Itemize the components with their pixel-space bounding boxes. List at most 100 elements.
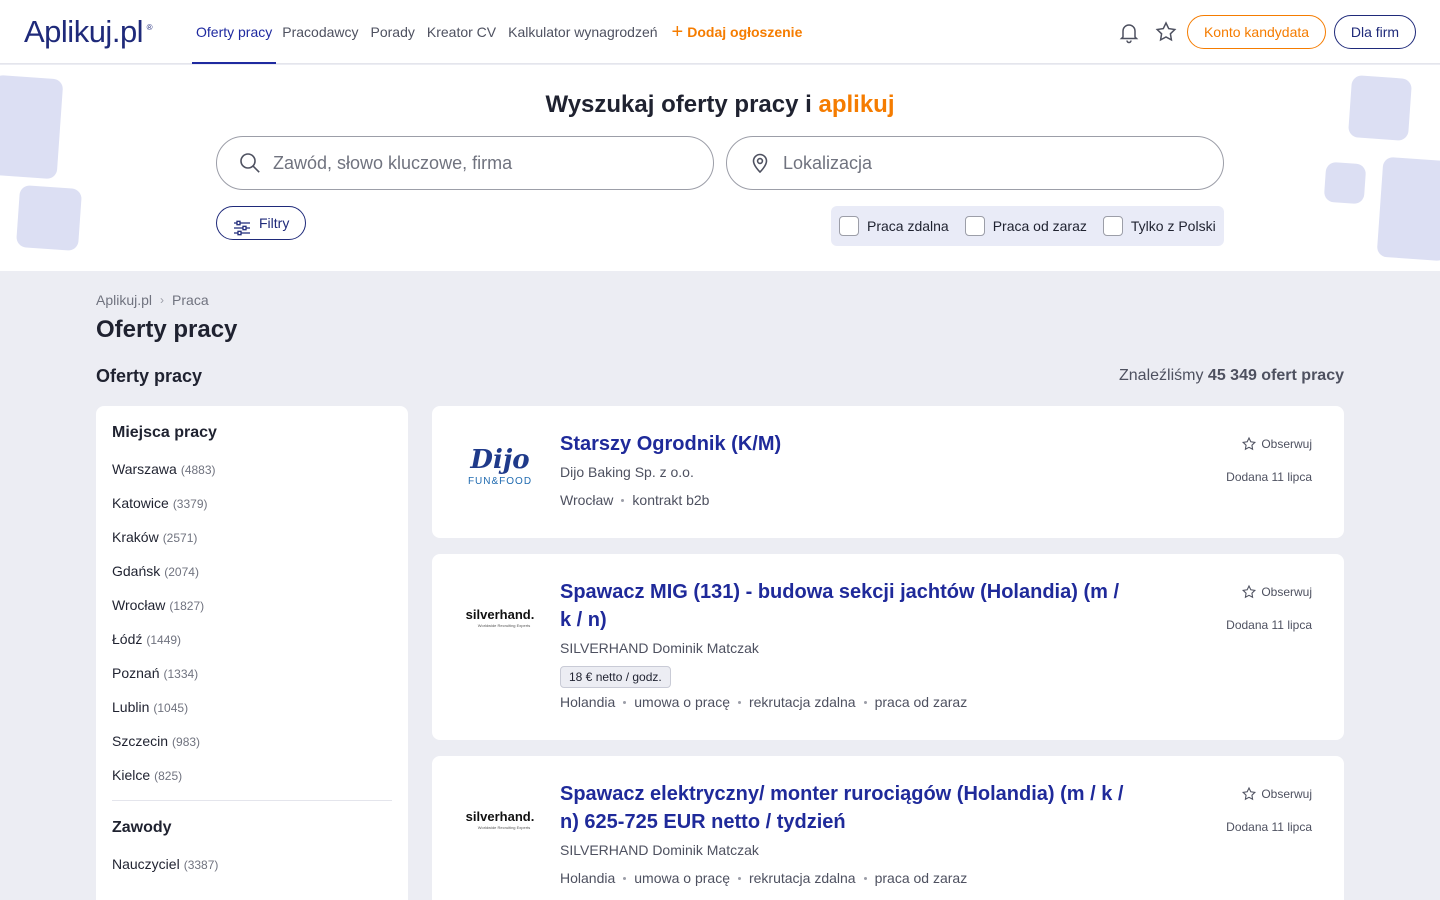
job-title[interactable]: Spawacz elektryczny/ monter rurociągów (… — [560, 780, 1130, 836]
remote-work-checkbox[interactable]: Praca zdalna — [839, 216, 949, 236]
svg-text:silverhand.: silverhand. — [466, 607, 535, 622]
star-outline-icon — [1242, 786, 1257, 801]
location-count: (2571) — [162, 531, 198, 545]
bell-icon[interactable] — [1117, 20, 1141, 44]
search-title-accent: aplikuj — [818, 91, 895, 118]
nav-porady[interactable]: Porady — [365, 0, 421, 64]
plus-icon: + — [671, 21, 684, 43]
results-number: 45 349 ofert pracy — [1207, 367, 1344, 384]
location-name: Kraków — [112, 529, 159, 545]
job-title[interactable]: Spawacz MIG (131) - budowa sekcji jachtó… — [560, 578, 1130, 634]
location-item[interactable]: Łódź (1449) — [112, 622, 392, 656]
candidate-account-button[interactable]: Konto kandydata — [1187, 15, 1326, 49]
checkbox-box[interactable] — [964, 216, 985, 236]
location-item[interactable]: Lublin (1045) — [112, 690, 392, 724]
svg-text:Dijo: Dijo — [469, 445, 529, 475]
for-companies-button[interactable]: Dla firm — [1334, 15, 1416, 49]
filters-button[interactable]: Filtry — [216, 206, 306, 240]
job-title[interactable]: Starszy Ogrodnik (K/M) — [560, 430, 1130, 458]
sliders-icon — [233, 215, 251, 236]
filters-label: Filtry — [259, 215, 290, 231]
nav-oferty-pracy[interactable]: Oferty pracy — [192, 0, 277, 64]
location-count: (1827) — [169, 599, 205, 613]
star-outline-icon — [1242, 584, 1257, 599]
job-card[interactable]: silverhand. Worldwide Recruiting Experts… — [432, 554, 1344, 740]
location-item[interactable]: Kraków (2571) — [112, 520, 392, 554]
job-meta: Wrocław kontrakt b2b — [560, 492, 709, 508]
location-count: (2074) — [164, 565, 199, 579]
keyword-search-input[interactable]: Zawód, słowo kluczowe, firma — [216, 136, 714, 190]
contract-type: kontrakt b2b — [632, 492, 710, 508]
checkbox-box[interactable] — [1102, 216, 1123, 236]
location-count: (1045) — [153, 701, 189, 715]
star-outline-icon — [1242, 436, 1257, 451]
svg-text:Worldwide Recruiting Experts: Worldwide Recruiting Experts — [478, 825, 530, 830]
location-item[interactable]: Szczecin (983) — [112, 724, 392, 758]
location-item[interactable]: Poznań (1334) — [112, 656, 392, 690]
aplikuj-logo[interactable]: Aplikuj.pl ® — [24, 14, 153, 50]
checkbox-box[interactable] — [839, 216, 859, 236]
location-item[interactable]: Kielce (825) — [112, 758, 392, 792]
svg-text:Worldwide Recruiting Experts: Worldwide Recruiting Experts — [478, 623, 530, 628]
location-item[interactable]: Gdańsk (2074) — [112, 554, 392, 588]
top-header: Aplikuj.pl ® Oferty pracy Pracodawcy Por… — [0, 0, 1440, 64]
location-item[interactable]: Warszawa (4883) — [112, 452, 392, 486]
location-name: Kielce — [112, 767, 151, 783]
location-name: Poznań — [112, 665, 160, 681]
breadcrumb-home[interactable]: Aplikuj.pl — [96, 292, 152, 308]
separator-dot — [737, 700, 741, 704]
star-icon[interactable] — [1154, 20, 1178, 44]
nav-kalkulator[interactable]: Kalkulator wynagrodzeń — [502, 0, 663, 64]
poland-only-checkbox[interactable]: Tylko z Polski — [1102, 216, 1216, 236]
watch-button[interactable]: Obserwuj — [1241, 786, 1312, 802]
results-prefix: Znaleźliśmy — [1119, 367, 1204, 384]
job-card[interactable]: silverhand. Worldwide Recruiting Experts… — [432, 756, 1344, 900]
separator-dot — [863, 876, 867, 880]
location-item[interactable]: Katowice (3379) — [112, 486, 392, 520]
section-title: Oferty pracy — [96, 366, 203, 386]
watch-button[interactable]: Obserwuj — [1241, 584, 1312, 600]
company-name[interactable]: SILVERHAND Dominik Matczak — [560, 842, 759, 858]
start-type: praca od zaraz — [874, 694, 968, 710]
add-listing-link[interactable]: + Dodaj ogłoszenie — [664, 0, 809, 64]
salary-badge: 18 € netto / godz. — [560, 666, 671, 688]
page-title: Oferty pracy — [96, 316, 238, 343]
location-placeholder: Lokalizacja — [783, 153, 873, 173]
watch-button[interactable]: Obserwuj — [1241, 436, 1312, 452]
results-count: Znaleźliśmy 45 349 ofert pracy — [1119, 367, 1344, 385]
company-logo-silverhand[interactable]: silverhand. Worldwide Recruiting Experts — [462, 590, 538, 646]
decor-square — [15, 184, 83, 252]
company-name[interactable]: Dijo Baking Sp. z o.o. — [560, 464, 694, 480]
location-count: (1334) — [163, 667, 199, 681]
added-date: Dodana 11 lipca — [1226, 470, 1312, 484]
logo-registered-mark: ® — [146, 23, 153, 32]
breadcrumb-current[interactable]: Praca — [172, 292, 209, 308]
svg-text:FUN&FOOD: FUN&FOOD — [468, 476, 532, 487]
job-card[interactable]: Dijo FUN&FOOD Starszy Ogrodnik (K/M) Dij… — [432, 406, 1344, 538]
profession-item[interactable]: Nauczyciel (3387) — [112, 847, 392, 881]
search-title: Wyszukaj oferty pracy i aplikuj — [0, 91, 1440, 119]
location-count: (4883) — [180, 463, 216, 477]
separator-dot — [863, 700, 867, 704]
location-item[interactable]: Wrocław (1827) — [112, 588, 392, 622]
checkbox-label: Praca zdalna — [867, 218, 949, 234]
search-title-prefix: Wyszukaj oferty pracy i — [545, 91, 812, 118]
location-name: Katowice — [112, 495, 169, 511]
company-logo-dijo[interactable]: Dijo FUN&FOOD — [462, 436, 538, 492]
job-meta: Holandia umowa o pracę rekrutacja zdalna… — [560, 694, 967, 710]
main-nav: Oferty pracy Pracodawcy Porady Kreator C… — [192, 0, 808, 64]
company-logo-silverhand[interactable]: silverhand. Worldwide Recruiting Experts — [462, 792, 538, 848]
recruitment-type: rekrutacja zdalna — [748, 870, 856, 886]
company-name[interactable]: SILVERHAND Dominik Matczak — [560, 640, 759, 656]
nav-pracodawcy[interactable]: Pracodawcy — [276, 0, 364, 64]
job-location: Holandia — [560, 694, 616, 710]
immediate-work-checkbox[interactable]: Praca od zaraz — [964, 216, 1087, 236]
contract-type: umowa o pracę — [634, 694, 730, 710]
location-pin-icon — [749, 152, 771, 174]
recruitment-type: rekrutacja zdalna — [748, 694, 856, 710]
location-search-input[interactable]: Lokalizacja — [726, 136, 1224, 190]
professions-heading: Zawody — [112, 819, 172, 836]
separator-dot — [621, 498, 625, 502]
filters-sidebar: Miejsca pracy Warszawa (4883) Katowice (33… — [96, 406, 408, 900]
nav-kreator-cv[interactable]: Kreator CV — [421, 0, 502, 64]
